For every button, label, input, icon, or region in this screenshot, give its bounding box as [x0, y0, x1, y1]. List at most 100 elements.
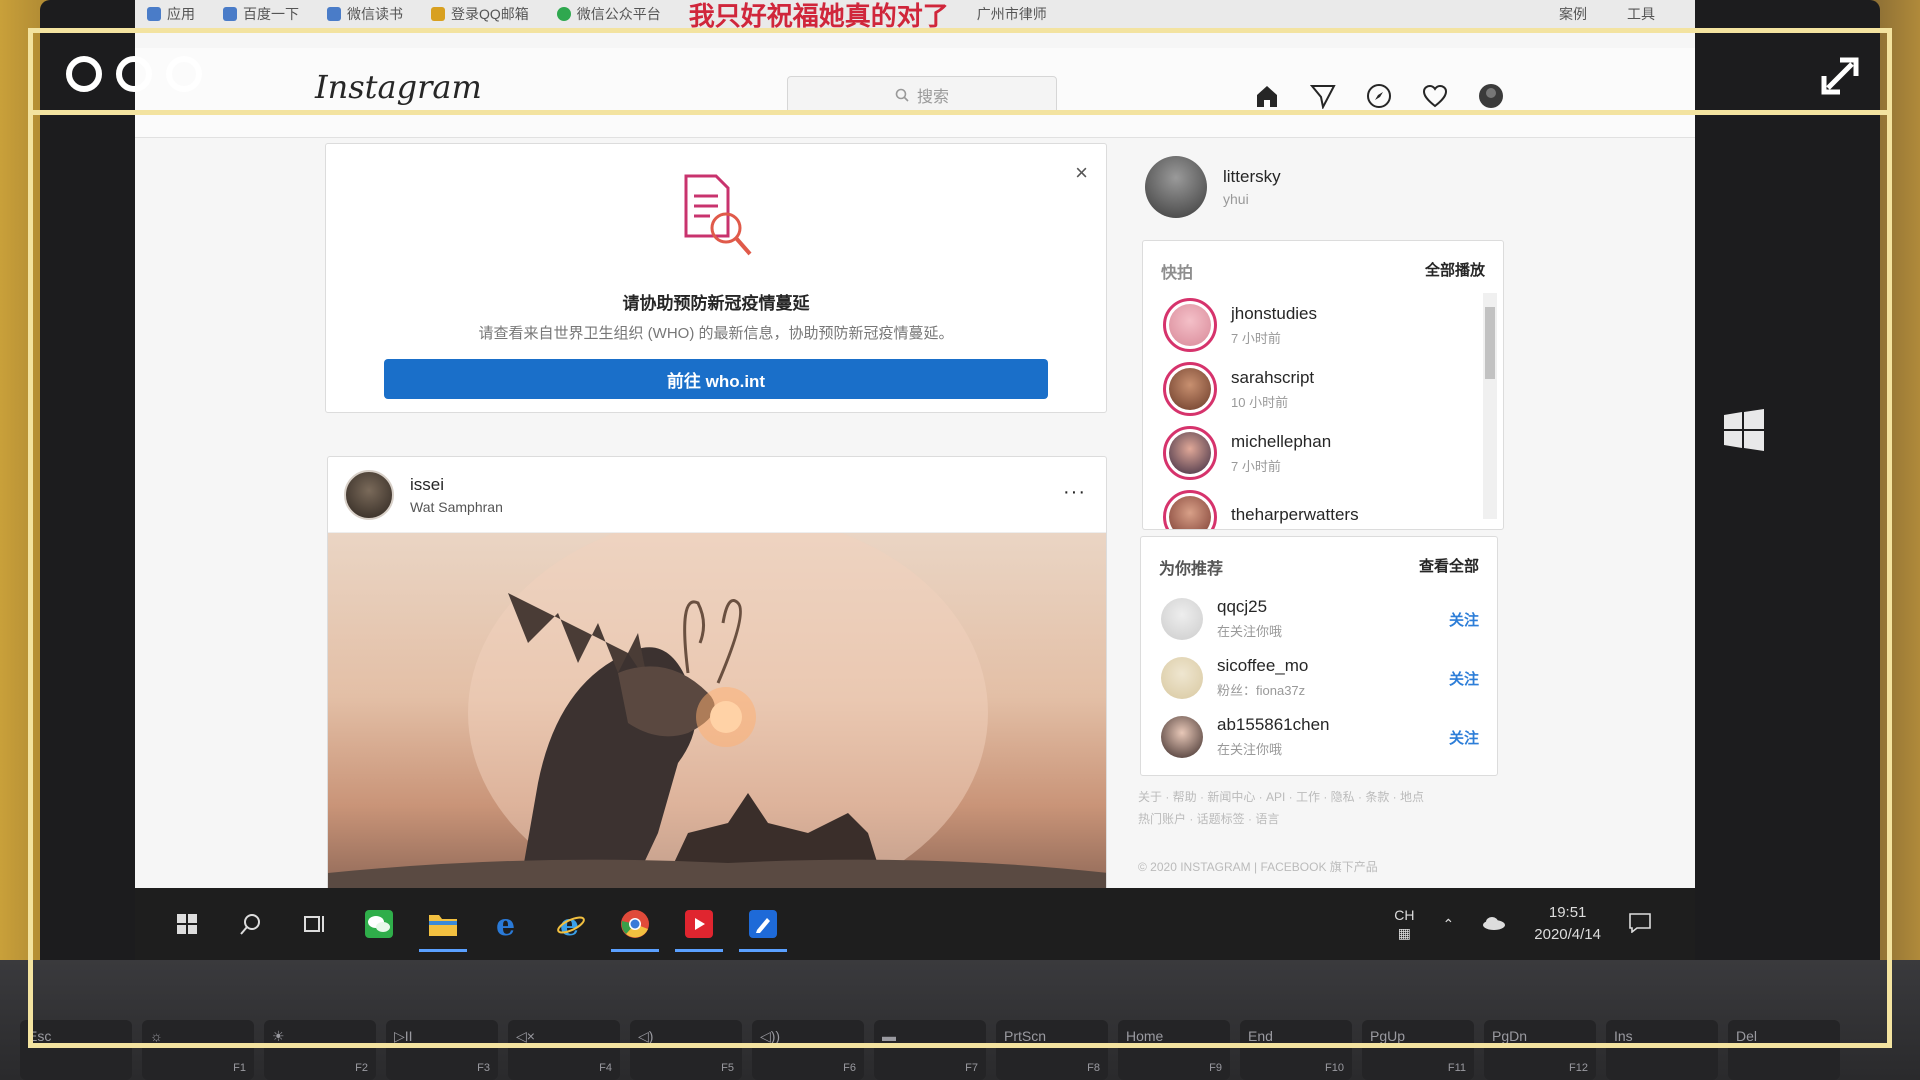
bookmark-apps[interactable]: 应用 — [147, 4, 195, 24]
bookmark-tools[interactable]: 工具 — [1627, 4, 1655, 24]
function-key-row: Esc ☼ F1 ☀ F2 ▷II F3 ◁× F4 ◁) F5 ◁)) F6 ▬ F7 Pr… — [20, 1020, 1840, 1080]
window-control-circle-icon[interactable] — [116, 56, 152, 92]
follow-button[interactable]: 关注 — [1449, 668, 1479, 689]
bookmark-qqmail[interactable]: 登录QQ邮箱 — [431, 4, 529, 24]
current-fullname: yhui — [1223, 191, 1249, 207]
follow-button[interactable]: 关注 — [1449, 727, 1479, 748]
bookmark-lawyer[interactable]: 广州市律师 — [977, 4, 1047, 24]
story-avatar-ring — [1163, 298, 1217, 352]
story-avatar — [1169, 368, 1211, 410]
bookmark-weread[interactable]: 微信读书 — [327, 4, 403, 24]
key-esc: Esc — [20, 1020, 132, 1080]
who-link-button[interactable]: 前往 who.int — [384, 359, 1048, 399]
key-f6: ◁)) F6 — [752, 1020, 864, 1080]
post-location[interactable]: Wat Samphran — [410, 499, 503, 515]
key-f2: ☀ F2 — [264, 1020, 376, 1080]
svg-text:e: e — [496, 909, 515, 939]
notification-icon[interactable] — [1629, 912, 1651, 936]
scrollbar-thumb[interactable] — [1485, 307, 1495, 379]
chevron-up-icon[interactable]: ⌃ — [1443, 916, 1455, 933]
edge-icon[interactable]: e — [491, 908, 523, 940]
story-item[interactable]: sarahscript 10 小时前 — [1143, 357, 1503, 421]
covid-title: 请协助预防新冠疫情蔓延 — [622, 294, 810, 313]
current-user: littersky yhui — [1145, 156, 1281, 218]
key-del: Del — [1728, 1020, 1840, 1080]
more-options-icon[interactable]: ··· — [1063, 481, 1086, 504]
footer-links-row2[interactable]: 热门账户 · 话题标签 · 语言 — [1138, 808, 1498, 830]
clock[interactable]: 19:51 2020/4/14 — [1534, 902, 1601, 946]
bookmark-cases[interactable]: 案例 — [1559, 4, 1587, 24]
clock-date: 2020/4/14 — [1534, 926, 1601, 943]
video-app-icon[interactable] — [675, 908, 723, 952]
start-windows-icon[interactable] — [171, 908, 203, 940]
task-view-icon[interactable] — [299, 908, 331, 940]
wechat-icon[interactable] — [363, 908, 395, 940]
story-username: sarahscript — [1231, 367, 1315, 387]
browser-viewport: Instagram 搜索 × 请协助预防新冠疫情蔓延 请查看来自世界卫生组织 (… — [135, 28, 1695, 888]
bookmarks-bar: 应用 百度一下 微信读书 登录QQ邮箱 微信公众平台 我只好祝福她真的对了 广州… — [135, 0, 1695, 31]
suggestion-avatar[interactable] — [1161, 715, 1203, 758]
bookmark-wechat-mp[interactable]: 微信公众平台 — [556, 4, 661, 24]
language-indicator[interactable]: CH ▦ — [1394, 906, 1414, 942]
story-avatar — [1169, 496, 1211, 529]
window-control-circle-icon[interactable] — [166, 56, 202, 92]
window-controls — [66, 56, 202, 92]
stories-panel: 快拍 全部播放 jhonstudies 7 小时前 sarahscript 10 小… — [1142, 240, 1504, 530]
suggestion-avatar[interactable] — [1161, 656, 1203, 699]
keyboard-icon: ▦ — [1397, 925, 1412, 941]
apps-icon — [147, 7, 161, 21]
suggestion-avatar[interactable] — [1161, 597, 1203, 640]
bookmark-baidu[interactable]: 百度一下 — [223, 4, 299, 24]
key-f8: PrtScn F8 — [996, 1020, 1108, 1080]
direct-icon[interactable] — [1309, 82, 1337, 110]
expand-icon[interactable] — [1818, 54, 1862, 98]
suggestion-reason: 在关注你哦 — [1217, 742, 1283, 757]
key-f10: End F10 — [1240, 1020, 1352, 1080]
weread-icon — [327, 7, 341, 21]
file-explorer-icon[interactable] — [419, 908, 467, 952]
feed-post: issei Wat Samphran ··· — [327, 456, 1107, 888]
qqmail-icon — [431, 7, 445, 21]
post-author-avatar[interactable] — [344, 469, 394, 520]
story-item[interactable]: theharperwatters — [1143, 485, 1503, 529]
clock-time: 19:51 — [1548, 904, 1587, 921]
stories-scrollbar[interactable] — [1483, 293, 1497, 519]
key-f11: PgUp F11 — [1362, 1020, 1474, 1080]
suggestion-username[interactable]: ab155861chen — [1217, 715, 1330, 735]
instagram-logo[interactable]: Instagram — [315, 68, 482, 106]
watch-all-button[interactable]: 全部播放 — [1425, 259, 1485, 283]
key-ins: Ins — [1606, 1020, 1718, 1080]
follow-button[interactable]: 关注 — [1449, 609, 1479, 630]
footer-links-row1[interactable]: 关于 · 帮助 · 新闻中心 · API · 工作 · 隐私 · 条款 · 地点 — [1138, 786, 1498, 808]
story-item[interactable]: jhonstudies 7 小时前 — [1143, 293, 1503, 357]
story-time: 7 小时前 — [1231, 330, 1281, 346]
search-icon[interactable] — [235, 908, 267, 940]
post-username[interactable]: issei — [410, 475, 503, 495]
story-avatar — [1169, 304, 1211, 346]
key-f5: ◁) F5 — [630, 1020, 742, 1080]
current-username[interactable]: littersky — [1223, 167, 1281, 187]
search-input[interactable]: 搜索 — [787, 76, 1057, 114]
covid-subtitle: 请查看来自世界卫生组织 (WHO) 的最新信息，协助预防新冠疫情蔓延。 — [478, 325, 954, 342]
profile-avatar-icon[interactable] — [1477, 82, 1505, 110]
onedrive-icon[interactable] — [1482, 916, 1506, 933]
key-f4: ◁× F4 — [508, 1020, 620, 1080]
see-all-button[interactable]: 查看全部 — [1419, 555, 1479, 579]
key-f9: Home F9 — [1118, 1020, 1230, 1080]
post-image[interactable] — [328, 513, 1106, 888]
suggestion-username[interactable]: sicoffee_mo — [1217, 656, 1308, 676]
story-item[interactable]: michellephan 7 小时前 — [1143, 421, 1503, 485]
current-user-avatar[interactable] — [1145, 156, 1207, 218]
window-control-circle-icon[interactable] — [66, 56, 102, 92]
explore-icon[interactable] — [1365, 82, 1393, 110]
home-icon[interactable] — [1253, 82, 1281, 110]
suggestions-panel: 为你推荐 查看全部 qqcj25 在关注你哦 关注 sicoffee_mo 粉丝：f… — [1140, 536, 1498, 776]
suggestion-username[interactable]: qqcj25 — [1217, 597, 1282, 617]
close-icon[interactable]: × — [1075, 160, 1088, 186]
whiteboard-icon[interactable] — [739, 908, 787, 952]
windows-taskbar: e e CH ▦ ⌃ 19:51 2020/4/14 — [135, 888, 1695, 960]
internet-explorer-icon[interactable]: e — [555, 908, 587, 940]
heart-icon[interactable] — [1421, 82, 1449, 110]
wechat-icon — [556, 7, 571, 21]
chrome-icon[interactable] — [611, 908, 659, 952]
